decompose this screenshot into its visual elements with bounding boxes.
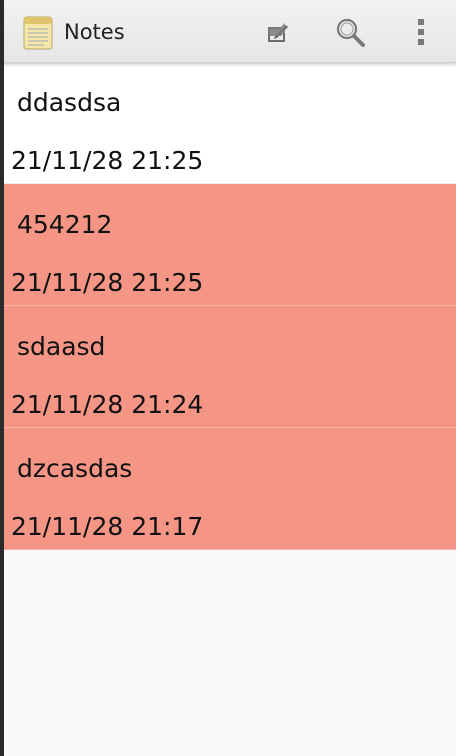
note-item[interactable]: sdaasd 21/11/28 21:24 (0, 306, 456, 428)
note-date: 21/11/28 21:25 (11, 146, 204, 175)
note-item[interactable]: ddasdsa 21/11/28 21:25 (0, 62, 456, 184)
action-bar: Notes (0, 0, 456, 63)
note-title: ddasdsa (17, 88, 122, 117)
new-note-button[interactable] (256, 10, 300, 54)
compose-note-icon (268, 23, 288, 42)
notes-screen: Notes ddasdsa 21/11/28 21:25 454212 21/1… (0, 0, 456, 756)
notes-list: ddasdsa 21/11/28 21:25 454212 21/11/28 2… (0, 62, 456, 550)
note-title: dzcasdas (17, 454, 133, 483)
note-title: 454212 (17, 210, 113, 239)
app-title: Notes (64, 20, 125, 44)
search-icon (336, 18, 365, 47)
notepad-app-icon (23, 16, 53, 50)
note-item[interactable]: 454212 21/11/28 21:25 (0, 184, 456, 306)
note-date: 21/11/28 21:25 (11, 268, 204, 297)
note-date: 21/11/28 21:17 (11, 512, 204, 541)
overflow-menu-button[interactable] (399, 10, 443, 54)
note-date: 21/11/28 21:24 (11, 390, 204, 419)
search-button[interactable] (328, 10, 372, 54)
window-edge (0, 0, 4, 756)
note-title: sdaasd (17, 332, 106, 361)
note-item[interactable]: dzcasdas 21/11/28 21:17 (0, 428, 456, 550)
overflow-menu-icon (418, 19, 424, 45)
